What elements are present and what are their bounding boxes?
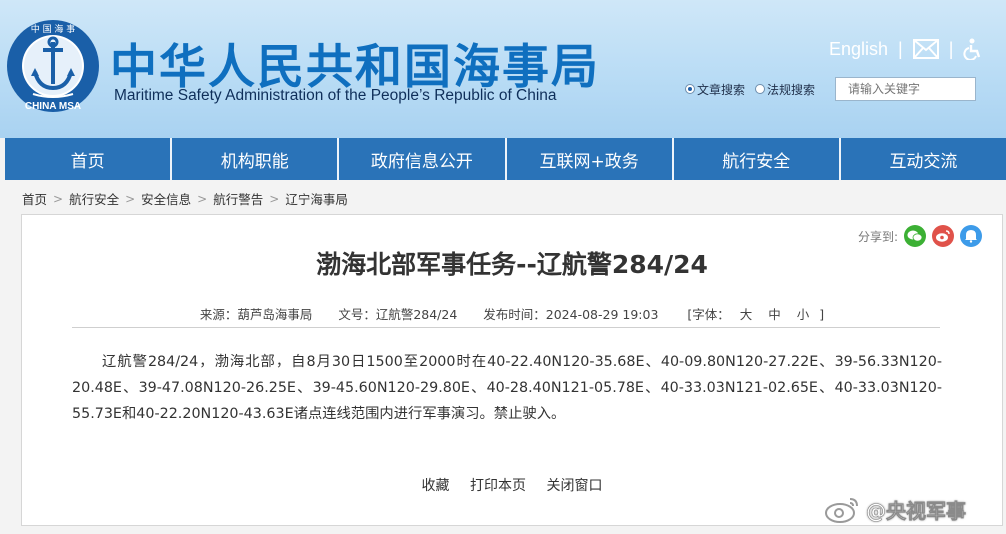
article-meta: 来源：葫芦岛海事局 文号：辽航警284/24 发布时间：2024-08-29 1… xyxy=(22,304,1002,323)
logo-text-top: 中 国 海 事 xyxy=(31,23,76,35)
article-body: 辽航警284/24，渤海北部，自8月30日1500至2000时在40-22.40… xyxy=(72,354,942,422)
breadcrumb-separator: > xyxy=(53,191,64,206)
msa-logo[interactable]: 中 国 海 事 CHINA MSA xyxy=(5,18,101,114)
radio-law-label: 法规搜索 xyxy=(767,82,816,97)
meta-source: 来源：葫芦岛海事局 xyxy=(199,307,313,322)
separator: | xyxy=(948,38,954,59)
font-size-control: [字体： 大 中 小 ] xyxy=(687,307,824,322)
font-size-close: ] xyxy=(819,307,825,322)
site-title-en: Maritime Safety Administration of the Pe… xyxy=(114,87,557,104)
article-title: 渤海北部军事任务--辽航警284/24 xyxy=(316,250,708,279)
article-card: 分享到: 渤海北部军事任务--辽航警284/24 来源：葫芦岛海事局 文号：辽航… xyxy=(21,214,1003,526)
radio-article-label: 文章搜索 xyxy=(697,82,746,97)
breadcrumb-separator: > xyxy=(269,191,280,206)
share-bar: 分享到: xyxy=(858,225,982,247)
weibo-watermark-icon xyxy=(825,497,858,523)
radio-law-search[interactable]: 法规搜索 xyxy=(755,81,815,98)
nav-item-internet-gov[interactable]: 互联网+政务 xyxy=(507,138,674,180)
nav-item-gov-info[interactable]: 政府信息公开 xyxy=(339,138,507,180)
font-size-small[interactable]: 小 xyxy=(797,307,810,322)
site-header: 中 国 海 事 CHINA MSA 中华人民共和国海事局 Maritime Sa… xyxy=(0,0,1006,138)
font-size-large[interactable]: 大 xyxy=(740,307,753,322)
search-row: 文章搜索 法规搜索 xyxy=(685,77,977,101)
search-input[interactable] xyxy=(835,77,977,101)
font-size-medium[interactable]: 中 xyxy=(768,307,781,322)
accessibility-icon[interactable] xyxy=(963,38,983,60)
share-label: 分享到: xyxy=(857,229,898,244)
separator: | xyxy=(898,38,903,59)
font-size-label: [字体： xyxy=(687,307,730,322)
breadcrumb-safety-info[interactable]: 安全信息 xyxy=(141,189,191,208)
breadcrumb-separator: > xyxy=(125,191,136,206)
breadcrumb-liaoning-msa[interactable]: 辽宁海事局 xyxy=(285,189,348,208)
nav-item-home[interactable]: 首页 xyxy=(5,138,173,180)
english-link[interactable]: English xyxy=(829,39,888,60)
watermark: @央视军事 xyxy=(824,495,966,524)
main-nav: 首页 机构职能 政府信息公开 互联网+政务 航行安全 互动交流 xyxy=(5,138,1006,180)
qzone-share-icon[interactable] xyxy=(960,225,982,247)
breadcrumb-nav-safety[interactable]: 航行安全 xyxy=(69,189,119,208)
watermark-text: @央视军事 xyxy=(866,499,967,524)
breadcrumb-home[interactable]: 首页 xyxy=(22,189,47,208)
meta-publish-time: 发布时间：2024-08-29 19:03 xyxy=(483,307,659,322)
meta-doc-number: 文号：辽航警284/24 xyxy=(338,307,458,322)
favorite-button[interactable]: 收藏 xyxy=(422,478,450,494)
meta-divider xyxy=(72,327,940,328)
article-actions: 收藏 打印本页 关闭窗口 xyxy=(22,475,1002,495)
nav-item-interaction[interactable]: 互动交流 xyxy=(841,138,1006,180)
logo-text-bottom: CHINA MSA xyxy=(25,101,81,112)
top-links: English | | xyxy=(829,38,983,60)
nav-item-nav-safety[interactable]: 航行安全 xyxy=(674,138,841,180)
radio-article-dot[interactable] xyxy=(685,84,695,94)
radio-law-dot[interactable] xyxy=(755,84,766,94)
breadcrumb-nav-warning[interactable]: 航行警告 xyxy=(213,189,263,208)
breadcrumb: 首页 > 航行安全 > 安全信息 > 航行警告 > 辽宁海事局 xyxy=(22,189,348,208)
radio-article-search[interactable]: 文章搜索 xyxy=(685,81,745,98)
close-window-button[interactable]: 关闭窗口 xyxy=(546,478,602,494)
nav-item-functions[interactable]: 机构职能 xyxy=(172,138,340,180)
mail-icon[interactable] xyxy=(912,39,939,59)
print-button[interactable]: 打印本页 xyxy=(470,478,526,494)
breadcrumb-separator: > xyxy=(197,191,208,206)
weibo-share-icon[interactable] xyxy=(932,225,954,247)
wechat-share-icon[interactable] xyxy=(904,225,926,247)
